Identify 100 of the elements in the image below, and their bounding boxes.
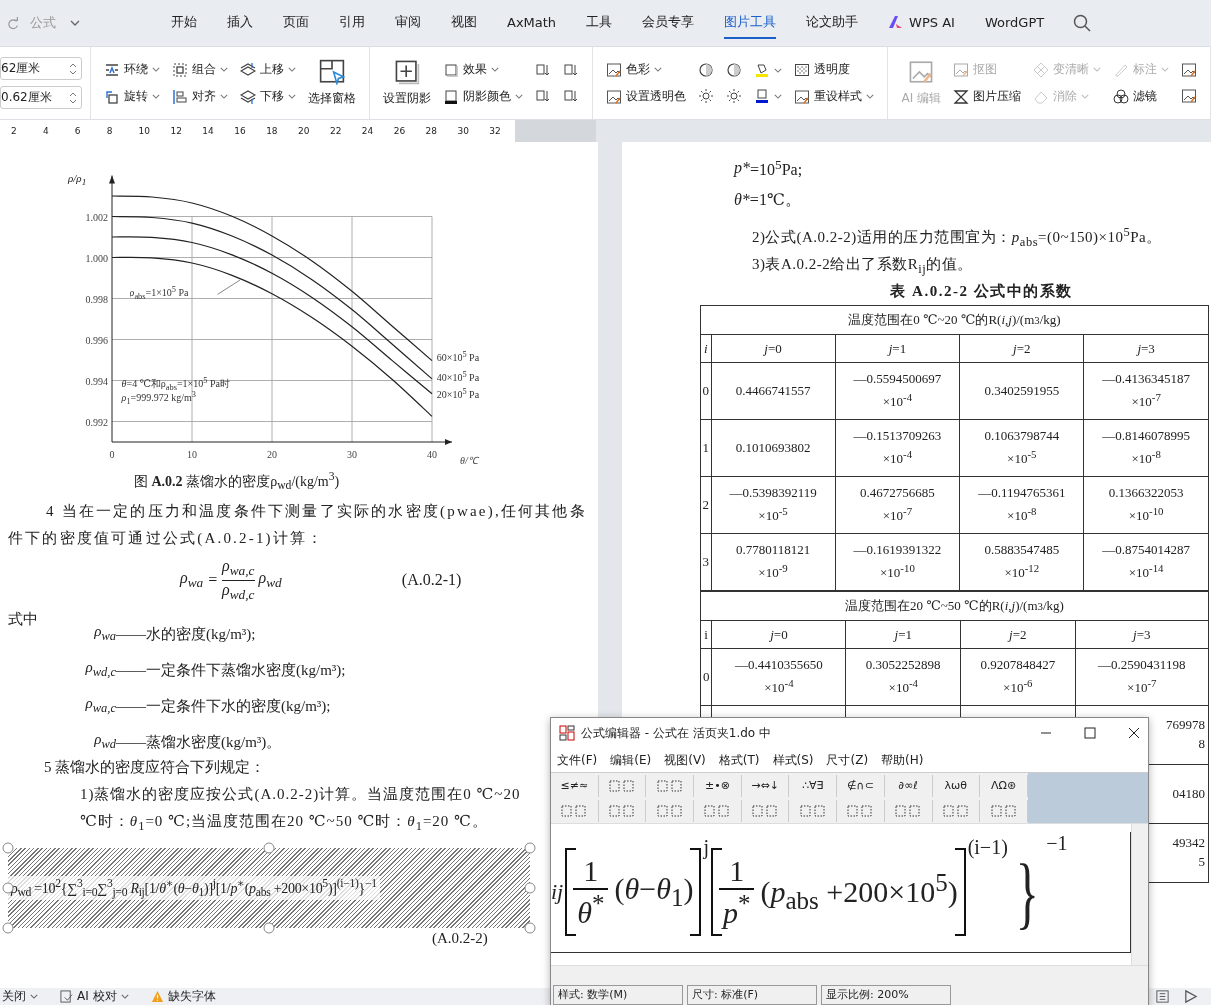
table-cell: —0.8754014287 ×10$^{-14}$ bbox=[1102, 542, 1190, 580]
palette-button[interactable]: ∴∀∃ bbox=[789, 774, 838, 797]
selection-handle[interactable] bbox=[524, 882, 536, 894]
play-icon[interactable] bbox=[1183, 989, 1198, 1004]
ribbon-tab[interactable]: 页面 bbox=[283, 7, 309, 39]
selection-handle[interactable] bbox=[263, 842, 275, 854]
selection-handle[interactable] bbox=[2, 842, 14, 854]
definition-text: ——蒸馏水密度(kg/m³)。 bbox=[116, 733, 282, 752]
palette-button[interactable]: ΛΩ⊛ bbox=[980, 774, 1028, 797]
diamond-icon bbox=[1033, 61, 1049, 78]
ribbon-tab[interactable]: 工具 bbox=[586, 7, 613, 39]
book-icon[interactable] bbox=[1155, 989, 1170, 1004]
ribbon-button[interactable]: 上移 bbox=[237, 59, 300, 80]
ribbon-button[interactable]: 选择窗格 bbox=[305, 57, 360, 109]
ribbon-button[interactable]: 组合 bbox=[169, 59, 232, 80]
ribbon-button[interactable]: 阴影颜色 bbox=[440, 86, 527, 107]
curve-label: 40×10$^{5}$ Pa bbox=[436, 369, 480, 384]
caret-icon bbox=[654, 67, 663, 72]
menu-item[interactable]: 尺寸(Z) bbox=[826, 751, 869, 769]
ruler-number: 26 bbox=[393, 126, 407, 136]
menu-item[interactable]: 样式(S) bbox=[772, 751, 814, 769]
warning-icon bbox=[150, 990, 164, 1003]
status-field: 样式: 数学(M) bbox=[553, 985, 683, 1005]
menu-item[interactable]: 文件(F) bbox=[557, 751, 598, 769]
caret-icon bbox=[152, 94, 161, 99]
palette-button[interactable]: ≤≠≈ bbox=[551, 774, 599, 797]
status-button[interactable]: 关闭 bbox=[2, 988, 38, 1005]
menu-item[interactable]: 格式(T) bbox=[718, 751, 760, 769]
plus-box-icon bbox=[394, 59, 421, 85]
menu-item[interactable]: 帮助(H) bbox=[881, 751, 924, 769]
formula-symbol: ρ$_{wa}$ bbox=[93, 623, 116, 644]
table-cell: —0.8146078995 ×10$^{-8}$ bbox=[1102, 428, 1190, 466]
ribbon-button[interactable]: 透明度 bbox=[791, 59, 878, 80]
ribbon-tab[interactable]: 插入 bbox=[227, 7, 253, 39]
formula-symbol: θ* bbox=[734, 191, 750, 209]
layers-icon bbox=[240, 88, 257, 105]
x-tick-label: 40 bbox=[427, 449, 437, 460]
search-icon[interactable] bbox=[1073, 14, 1092, 32]
ribbon-tab[interactable]: 开始 bbox=[171, 7, 197, 39]
equation-editor-icon bbox=[559, 725, 575, 741]
palette-button[interactable]: →⇔↓ bbox=[741, 774, 790, 797]
selection-handle[interactable] bbox=[524, 922, 536, 934]
ribbon-tab[interactable]: 审阅 bbox=[395, 7, 421, 39]
size-field[interactable]: 0.62厘米 bbox=[0, 86, 83, 109]
ribbon-button[interactable]: 重设样式 bbox=[791, 86, 878, 107]
redo-icon[interactable] bbox=[6, 16, 20, 30]
vertical-scrollbar[interactable] bbox=[1131, 824, 1148, 965]
ribbon-button[interactable]: 色彩 bbox=[603, 59, 690, 80]
square-arrow-icon bbox=[563, 62, 580, 78]
x-tick-label: 20 bbox=[267, 449, 277, 460]
table-cell: 0.3402591955 bbox=[984, 382, 1060, 398]
caret-icon bbox=[30, 994, 38, 999]
x-tick-label: 10 bbox=[187, 449, 197, 460]
palette-button[interactable]: ∉∩⊂ bbox=[837, 774, 885, 797]
ribbon-tab[interactable]: WordGPT bbox=[984, 8, 1045, 38]
template-icon bbox=[560, 803, 589, 818]
table-title: 表 A.0.2-2 公式中的系数 bbox=[889, 282, 1074, 301]
status-button[interactable]: AI 校对 bbox=[60, 988, 129, 1005]
ruler-number: 28 bbox=[425, 126, 439, 136]
formula-image[interactable]: ρ$_{wd}$ =10$^{2}${∑$^{3}$$_{i=0}$∑$^{3}$$_{j=0}$ R$_{ij}$[1/θ$^{∗}$(θ−θ$_{1}$)]$^{j}$[1/p$^{∗}$(p$_{abs}$ +200×10$^{5}$)]$^{(i−1)}$}$^{−1}$ bbox=[8, 848, 530, 928]
ribbon-tab[interactable]: 视图 bbox=[451, 7, 477, 39]
menu-item[interactable]: 视图(V) bbox=[664, 751, 706, 769]
status-button[interactable]: 缺失字体 bbox=[150, 988, 216, 1005]
ribbon-tab[interactable]: 会员专享 bbox=[642, 7, 695, 39]
ribbon-button[interactable]: 旋转 bbox=[101, 86, 164, 107]
ribbon-tab[interactable]: 图片工具 bbox=[724, 7, 777, 39]
maximize-icon[interactable] bbox=[1084, 727, 1096, 739]
template-icon bbox=[798, 803, 827, 818]
ribbon-button[interactable]: 环绕 bbox=[101, 59, 164, 80]
horizontal-scrollbar[interactable] bbox=[551, 965, 1148, 984]
menu-item[interactable]: 编辑(E) bbox=[610, 751, 652, 769]
ribbon-tab[interactable]: AxMath bbox=[507, 8, 557, 38]
ribbon-button[interactable]: 下移 bbox=[237, 86, 300, 107]
formula-symbol: ρ$_{wa,c}$ bbox=[84, 695, 116, 716]
palette-button[interactable]: ∂∞ℓ bbox=[884, 774, 933, 797]
size-field[interactable]: 62厘米 bbox=[0, 57, 83, 80]
ruler-number: 16 bbox=[234, 126, 247, 136]
ribbon-button[interactable]: 滤镜 bbox=[1110, 86, 1172, 107]
caret-icon bbox=[220, 67, 229, 72]
table-cell: 0.9207848427 ×10$^{-6}$ bbox=[980, 657, 1056, 695]
table-cell: 0.1366322053 ×10$^{-10}$ bbox=[1108, 485, 1184, 523]
selection-handle[interactable] bbox=[263, 922, 275, 934]
table-cell: 0.1010693802 bbox=[735, 439, 811, 455]
x-tick-label: 0 bbox=[109, 449, 115, 460]
ribbon-tab[interactable]: WPS AI bbox=[888, 8, 955, 38]
ribbon-tab[interactable]: 引用 bbox=[339, 7, 365, 39]
ribbon-button[interactable]: 图片压缩 bbox=[950, 86, 1024, 107]
selection-handle[interactable] bbox=[2, 922, 14, 934]
table-cell: —0.4136345187 ×10$^{-7}$ bbox=[1102, 371, 1190, 409]
ribbon-tab[interactable]: 论文助手 bbox=[806, 7, 859, 39]
palette-button[interactable]: ±•⊗ bbox=[694, 774, 742, 797]
ribbon-button[interactable]: 对齐 bbox=[169, 86, 232, 107]
ribbon-button[interactable]: 设置透明色 bbox=[603, 86, 690, 107]
selection-handle[interactable] bbox=[524, 842, 536, 854]
y-tick-label: 1.002 bbox=[85, 211, 108, 223]
ribbon-button[interactable]: 设置阴影 bbox=[380, 57, 435, 109]
close-icon[interactable] bbox=[1128, 727, 1140, 739]
palette-button[interactable]: λωθ bbox=[932, 774, 981, 797]
chart-title: 图 A.0.2 蒸馏水的密度ρ$_{wd}$/(kg/m$^{3}$) bbox=[134, 470, 340, 493]
ribbon-button[interactable]: 效果 bbox=[440, 59, 527, 80]
